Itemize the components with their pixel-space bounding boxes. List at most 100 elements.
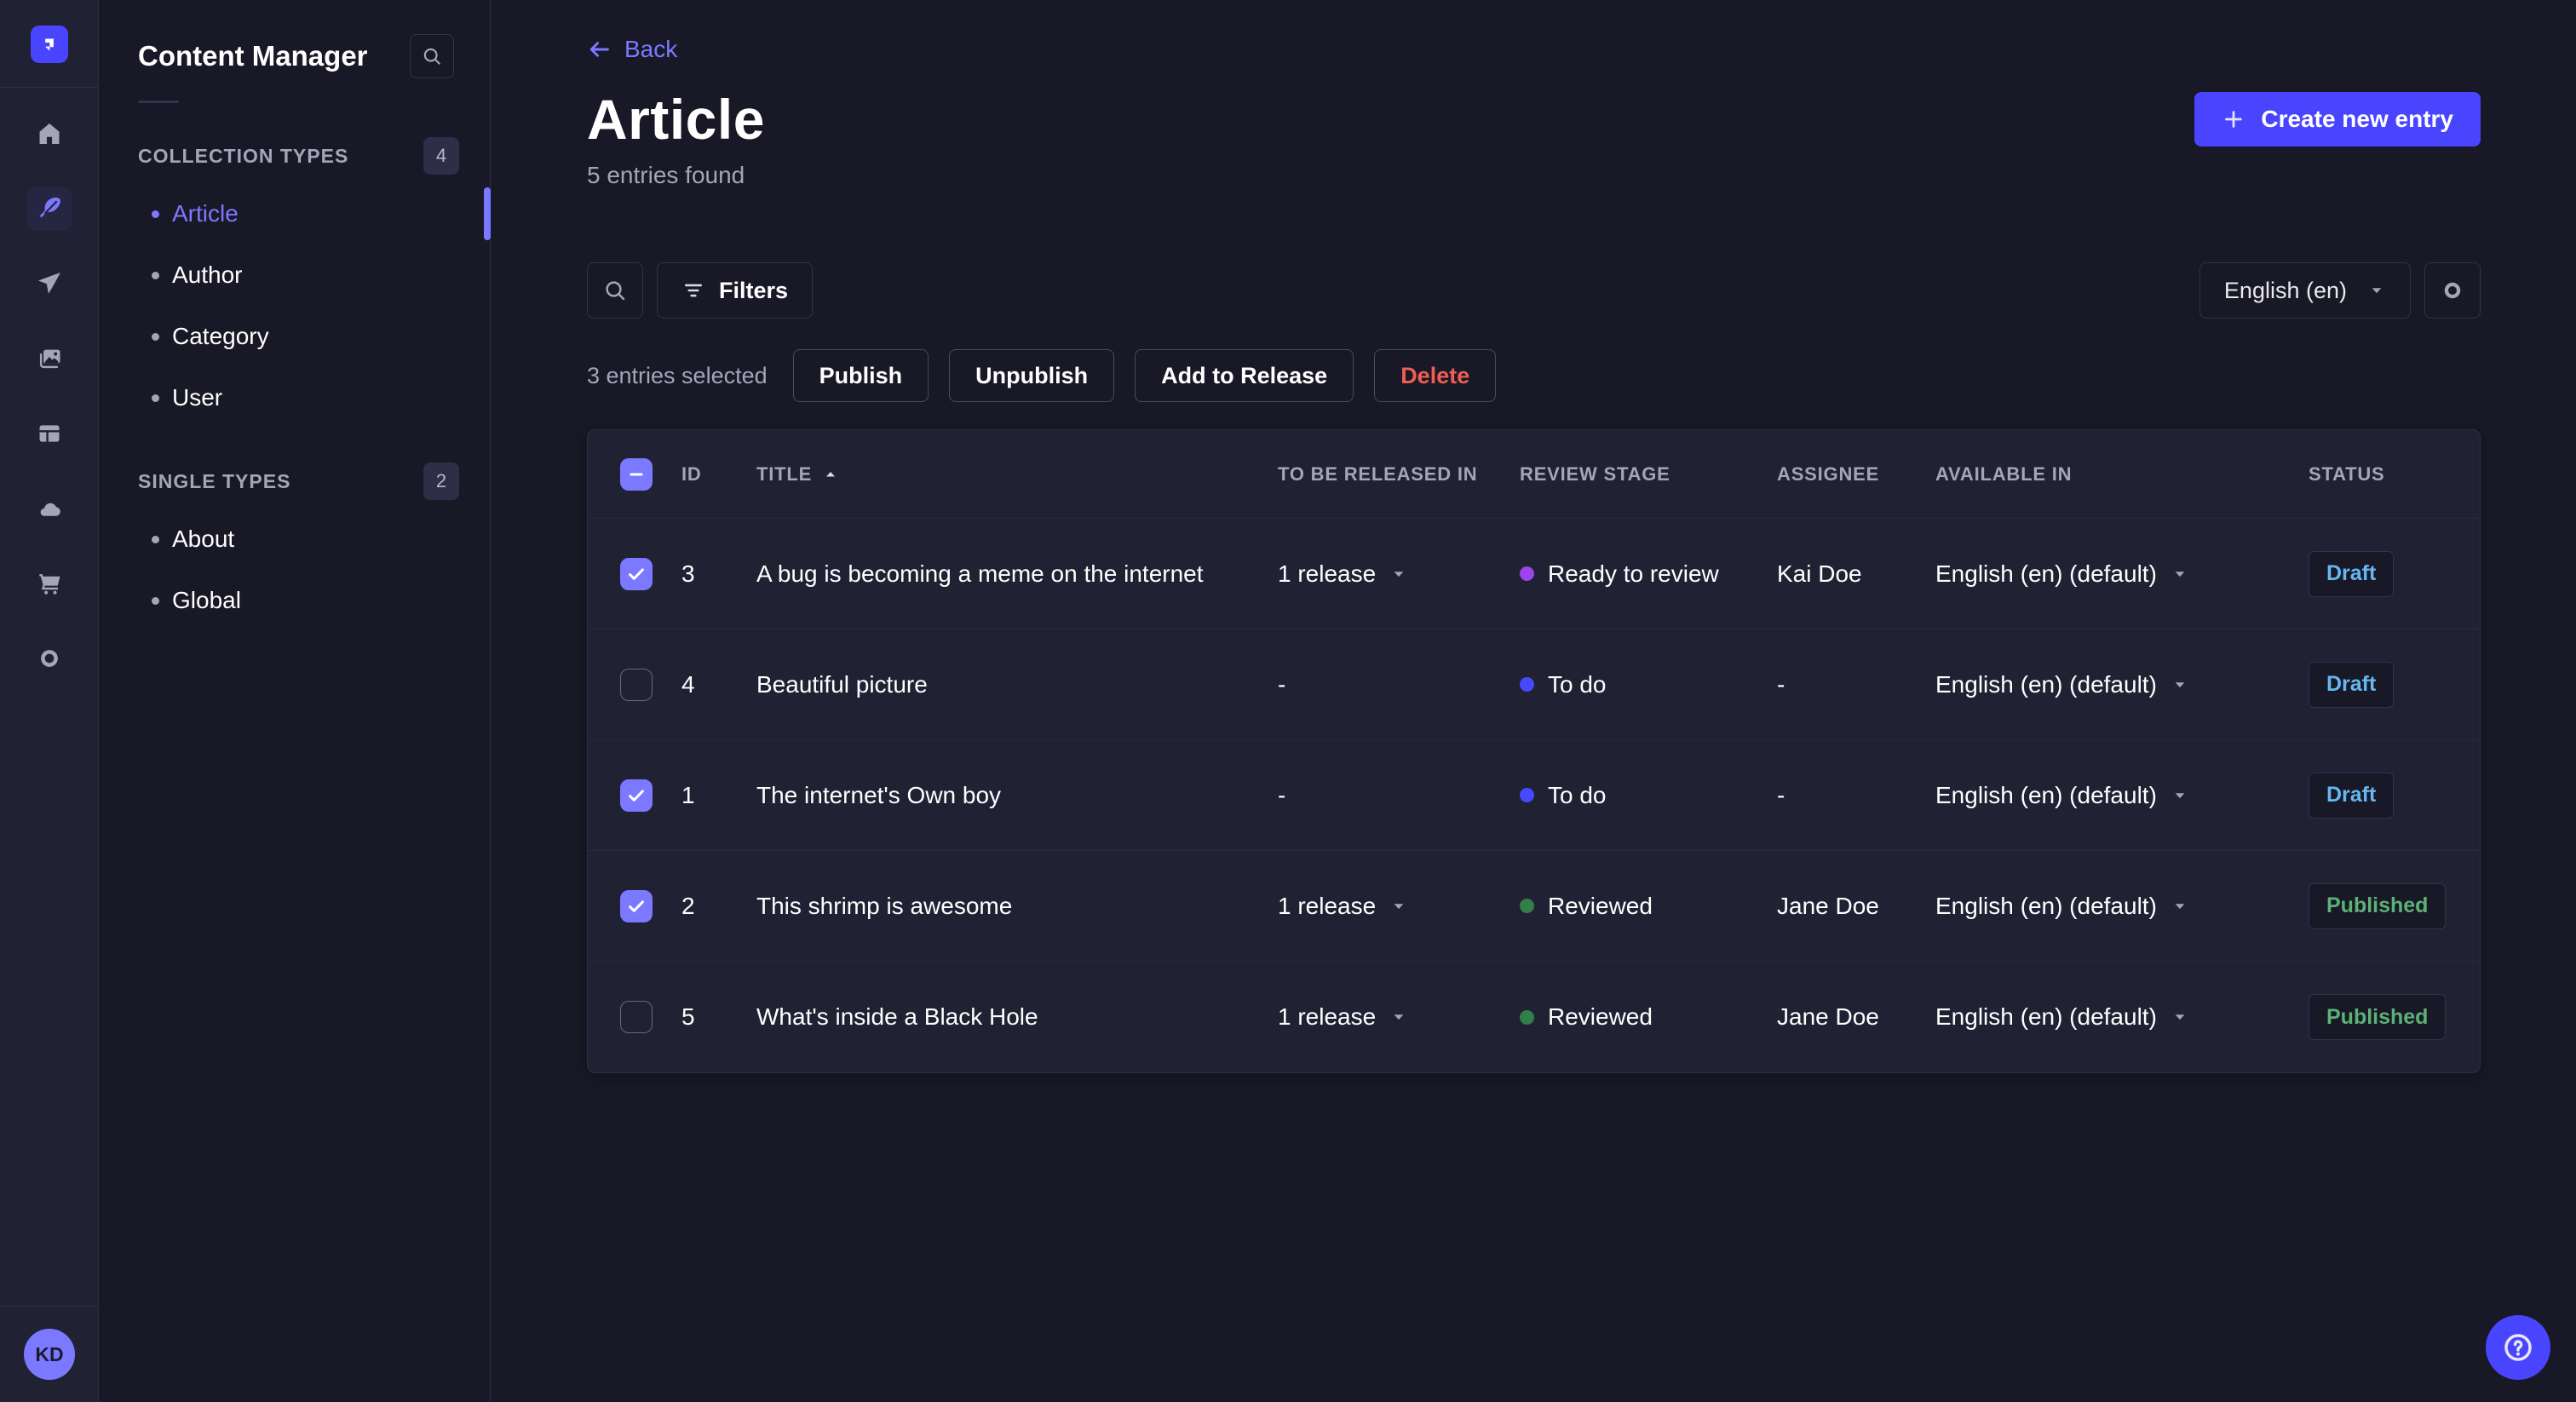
create-new-entry-button[interactable]: Create new entry — [2194, 92, 2481, 147]
chevron-down-icon — [2171, 1008, 2189, 1026]
column-header-title[interactable]: TITLE — [756, 463, 1278, 486]
sidebar-item-category[interactable]: Category — [99, 306, 490, 367]
sidebar-divider — [138, 101, 179, 103]
sidebar-title: Content Manager — [138, 40, 368, 72]
sidebar-item-article[interactable]: Article — [99, 183, 491, 244]
view-settings-button[interactable] — [2424, 262, 2481, 319]
cell-review-stage: Ready to review — [1520, 560, 1777, 588]
column-header-available-in: AVAILABLE IN — [1935, 463, 2073, 485]
section-label-collection-types: COLLECTION TYPES — [138, 144, 349, 167]
filter-icon — [684, 284, 703, 297]
back-link[interactable]: Back — [587, 36, 677, 63]
delete-button[interactable]: Delete — [1374, 349, 1497, 402]
cell-id: 4 — [681, 670, 695, 698]
locale-select[interactable]: English (en) — [2199, 262, 2411, 319]
help-button[interactable] — [2486, 1315, 2550, 1380]
cell-available-in-dropdown[interactable]: English (en) (default) — [1935, 1003, 2309, 1031]
chevron-down-icon — [2367, 281, 2386, 300]
table-row[interactable]: 3 A bug is becoming a meme on the intern… — [588, 519, 2480, 629]
cell-id: 1 — [681, 781, 695, 808]
stage-dot-icon — [1520, 566, 1534, 581]
sidebar-item-global[interactable]: Global — [99, 570, 490, 631]
main-content: Back Article Create new entry 5 entries … — [491, 0, 2576, 1402]
bullet-icon — [152, 271, 159, 279]
question-mark-icon — [2504, 1334, 2532, 1361]
table-row[interactable]: 4 Beautiful picture - To do - English (e… — [588, 629, 2480, 740]
cell-id: 5 — [681, 1003, 695, 1030]
row-checkbox[interactable] — [620, 557, 653, 590]
cell-available-in-dropdown[interactable]: English (en) (default) — [1935, 782, 2309, 809]
settings-icon[interactable] — [27, 636, 72, 681]
sidebar-search-button[interactable] — [410, 34, 454, 78]
sidebar-item-about[interactable]: About — [99, 509, 490, 570]
search-icon — [606, 281, 625, 301]
publish-button[interactable]: Publish — [792, 349, 929, 402]
unpublish-button[interactable]: Unpublish — [949, 349, 1115, 402]
cell-title: What's inside a Black Hole — [756, 1003, 1038, 1030]
add-to-release-button[interactable]: Add to Release — [1135, 349, 1354, 402]
marketplace-icon[interactable] — [27, 561, 72, 606]
content-manager-icon[interactable] — [26, 187, 72, 231]
table-row[interactable]: 1 The internet's Own boy - To do - Engli… — [588, 740, 2480, 851]
status-badge: Published — [2309, 994, 2447, 1040]
cell-release-dropdown[interactable]: 1 release — [1278, 1003, 1520, 1031]
cell-release-dropdown[interactable]: 1 release — [1278, 560, 1520, 588]
check-icon — [629, 899, 644, 912]
cell-release-dropdown[interactable]: 1 release — [1278, 893, 1520, 920]
sidebar-item-author[interactable]: Author — [99, 244, 490, 306]
rail-bottom-divider — [0, 1306, 98, 1307]
avatar-initials: KD — [35, 1342, 64, 1365]
content-manager-sidebar: Content Manager COLLECTION TYPES 4 Artic… — [99, 0, 491, 1402]
search-icon — [423, 48, 440, 65]
chevron-down-icon — [2171, 786, 2189, 805]
check-icon — [629, 789, 644, 802]
status-badge: Published — [2309, 882, 2447, 929]
cell-assignee: Jane Doe — [1777, 892, 1879, 919]
cell-assignee: - — [1777, 670, 1785, 698]
main-nav-rail: KD — [0, 0, 99, 1402]
indeterminate-dash-icon — [630, 472, 643, 476]
sidebar-item-user[interactable]: User — [99, 367, 490, 428]
cell-title: The internet's Own boy — [756, 781, 1002, 808]
status-badge: Draft — [2309, 550, 2395, 597]
table-row[interactable]: 5 What's inside a Black Hole 1 release R… — [588, 962, 2480, 1072]
cell-available-in-dropdown[interactable]: English (en) (default) — [1935, 560, 2309, 588]
strapi-logo[interactable] — [30, 26, 68, 63]
cloud-icon[interactable] — [27, 486, 72, 531]
column-header-to-be-released-in: TO BE RELEASED IN — [1278, 463, 1478, 485]
table-search-button[interactable] — [587, 262, 643, 319]
plus-icon — [2225, 111, 2243, 128]
row-checkbox[interactable] — [620, 668, 653, 701]
row-checkbox[interactable] — [620, 1001, 653, 1033]
cell-id: 3 — [681, 560, 695, 587]
bullet-icon — [152, 332, 159, 341]
cell-release-dropdown[interactable]: - — [1278, 782, 1520, 809]
section-label-single-types: SINGLE TYPES — [138, 469, 291, 492]
row-checkbox[interactable] — [620, 889, 653, 922]
chevron-down-icon — [1389, 565, 1408, 583]
status-badge: Draft — [2309, 661, 2395, 708]
cell-assignee: Kai Doe — [1777, 560, 1862, 587]
row-checkbox[interactable] — [620, 779, 653, 812]
chevron-down-icon — [2171, 897, 2189, 916]
content-type-builder-icon[interactable] — [27, 411, 72, 456]
stage-dot-icon — [1520, 788, 1534, 802]
media-library-icon[interactable] — [27, 336, 72, 381]
cell-review-stage: Reviewed — [1520, 893, 1777, 920]
cell-review-stage: To do — [1520, 782, 1777, 809]
column-header-assignee: ASSIGNEE — [1777, 463, 1880, 485]
home-icon[interactable] — [27, 112, 72, 156]
check-icon — [629, 567, 644, 580]
cell-available-in-dropdown[interactable]: English (en) (default) — [1935, 671, 2309, 698]
table-row[interactable]: 2 This shrimp is awesome 1 release Revie… — [588, 851, 2480, 962]
single-types-section: SINGLE TYPES 2 About Global — [99, 463, 490, 631]
bullet-icon — [152, 535, 159, 543]
cell-release-dropdown[interactable]: - — [1278, 671, 1520, 698]
filters-button[interactable]: Filters — [657, 262, 814, 319]
select-all-checkbox[interactable] — [620, 457, 653, 491]
cell-available-in-dropdown[interactable]: English (en) (default) — [1935, 893, 2309, 920]
user-avatar[interactable]: KD — [24, 1329, 75, 1380]
cell-title: This shrimp is awesome — [756, 892, 1013, 919]
entries-table: ID TITLE TO BE RELEASED IN REVIEW STAGE … — [587, 429, 2481, 1073]
releases-icon[interactable] — [27, 261, 72, 306]
